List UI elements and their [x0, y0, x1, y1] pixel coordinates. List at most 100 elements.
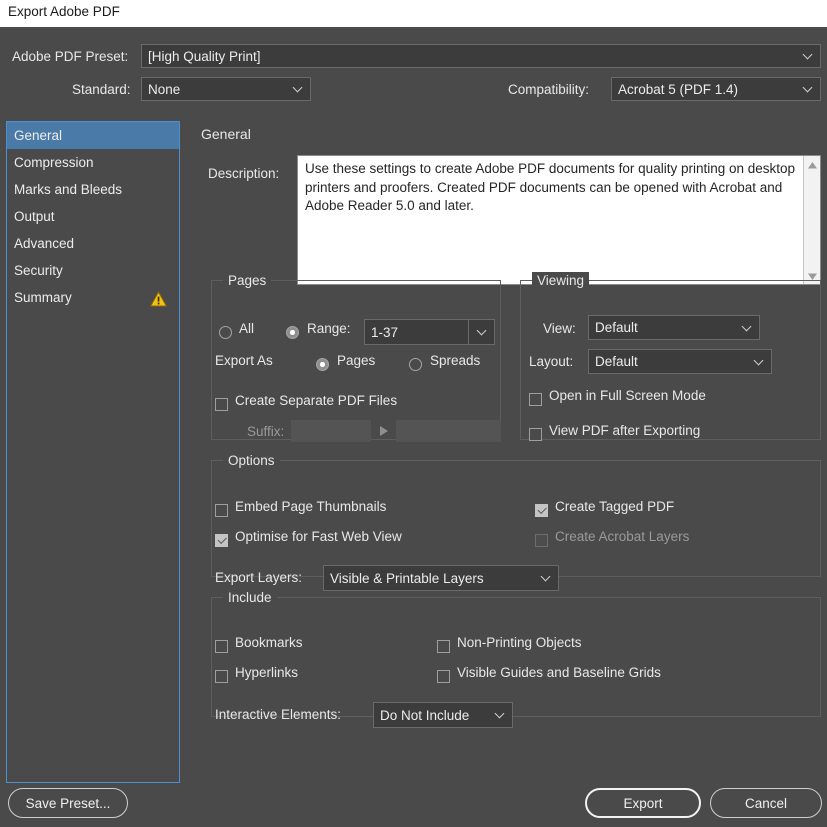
range-input[interactable]: 1-37 [364, 319, 469, 345]
radio-range-label: Range: [307, 321, 351, 336]
checkbox-view-pdf-after-exporting-label: View PDF after Exporting [549, 423, 701, 438]
chevron-down-icon [294, 84, 303, 93]
adobe-pdf-preset-dropdown[interactable]: [High Quality Print] [141, 44, 821, 68]
checkbox-embed-page-thumbnails[interactable] [215, 504, 228, 517]
radio-spreads[interactable] [409, 358, 422, 371]
sidebar-item-compression[interactable]: Compression [7, 149, 179, 176]
radio-range[interactable] [286, 326, 299, 339]
interactive-elements-dropdown[interactable]: Do Not Include [373, 702, 513, 728]
checkbox-create-tagged-pdf-label: Create Tagged PDF [555, 499, 675, 514]
warning-icon [149, 289, 168, 307]
description-label: Description: [208, 166, 280, 181]
compatibility-dropdown[interactable]: Acrobat 5 (PDF 1.4) [611, 77, 821, 101]
compatibility-value: Acrobat 5 (PDF 1.4) [618, 81, 739, 97]
interactive-elements-value: Do Not Include [380, 707, 470, 723]
sidebar-item-security[interactable]: Security [7, 257, 179, 284]
standard-dropdown[interactable]: None [141, 77, 311, 101]
radio-pages-label: Pages [337, 353, 376, 368]
page-title: General [201, 126, 251, 142]
export-layers-label: Export Layers: [215, 570, 303, 585]
export-button[interactable]: Export [585, 788, 701, 818]
checkbox-visible-guides-and-baseline-grids-label: Visible Guides and Baseline Grids [457, 665, 661, 680]
standard-value: None [148, 81, 181, 97]
save-preset-label: Save Preset... [25, 795, 111, 811]
chevron-down-icon [542, 573, 551, 582]
sidebar-item-marks-and-bleeds[interactable]: Marks and Bleeds [7, 176, 179, 203]
checkbox-create-acrobat-layers [535, 534, 548, 547]
checkbox-open-in-full-screen-mode[interactable] [529, 393, 542, 406]
checkbox-create-separate-pdf-files[interactable] [215, 398, 228, 411]
description-text: Use these settings to create Adobe PDF d… [305, 161, 796, 213]
compatibility-label: Compatibility: [508, 82, 590, 97]
pages-panel-title: Pages [223, 272, 272, 289]
pages-panel: Pages All Range: 1-37 Export As Pages Sp… [211, 272, 501, 442]
checkbox-embed-page-thumbnails-label: Embed Page Thumbnails [235, 499, 387, 514]
checkbox-create-acrobat-layers-label: Create Acrobat Layers [555, 529, 690, 544]
range-dropdown-button[interactable] [468, 319, 495, 345]
chevron-down-icon [804, 51, 813, 60]
include-panel-title: Include [223, 589, 277, 606]
description-scrollbar[interactable] [803, 156, 820, 284]
checkbox-create-separate-pdf-files-label: Create Separate PDF Files [235, 393, 398, 408]
export-as-label: Export As [215, 353, 273, 368]
layout-dropdown[interactable]: Default [588, 349, 772, 374]
checkbox-hyperlinks-label: Hyperlinks [235, 665, 299, 680]
sidebar-item-output[interactable]: Output [7, 203, 179, 230]
save-preset-button[interactable]: Save Preset... [8, 788, 128, 818]
chevron-down-icon [496, 710, 505, 719]
layout-value: Default [595, 354, 638, 369]
range-value: 1-37 [371, 324, 399, 340]
export-layers-value: Visible & Printable Layers [330, 570, 484, 586]
settings-nav-list[interactable]: General Compression Marks and Bleeds Out… [6, 121, 180, 783]
suffix-input [291, 420, 371, 442]
adobe-pdf-preset-value: [High Quality Print] [148, 48, 261, 64]
checkbox-bookmarks-label: Bookmarks [235, 635, 303, 650]
cancel-button[interactable]: Cancel [710, 788, 822, 818]
scroll-up-icon[interactable] [807, 159, 818, 170]
sidebar-item-label: Security [14, 263, 63, 278]
panel-border [211, 460, 821, 577]
sidebar-item-advanced[interactable]: Advanced [7, 230, 179, 257]
sidebar-item-label: Output [14, 209, 55, 224]
options-panel-title: Options [223, 452, 280, 469]
checkbox-optimise-for-fast-web-view-label: Optimise for Fast Web View [235, 529, 402, 544]
checkbox-hyperlinks[interactable] [215, 670, 228, 683]
viewing-panel: Viewing View: Default Layout: Default Op… [520, 272, 821, 441]
checkbox-non-printing-objects[interactable] [437, 640, 450, 653]
export-layers-dropdown[interactable]: Visible & Printable Layers [323, 565, 559, 591]
radio-pages[interactable] [316, 358, 329, 371]
view-label: View: [543, 321, 576, 336]
radio-all-label: All [239, 321, 255, 336]
window-titlebar: Export Adobe PDF [0, 0, 827, 27]
dialog-body: Adobe PDF Preset: [High Quality Print] S… [0, 27, 827, 827]
sidebar-item-label: Compression [14, 155, 94, 170]
checkbox-non-printing-objects-label: Non-Printing Objects [457, 635, 582, 650]
interactive-elements-label: Interactive Elements: [215, 707, 342, 722]
description-textarea[interactable]: Use these settings to create Adobe PDF d… [297, 155, 821, 285]
export-label: Export [623, 795, 663, 811]
checkbox-view-pdf-after-exporting[interactable] [529, 428, 542, 441]
checkbox-open-in-full-screen-mode-label: Open in Full Screen Mode [549, 388, 706, 403]
sidebar-item-label: General [14, 128, 63, 143]
checkbox-visible-guides-and-baseline-grids[interactable] [437, 670, 450, 683]
sidebar-item-label: Summary [14, 290, 72, 305]
suffix-preview-field [396, 420, 501, 442]
chevron-down-icon [743, 323, 752, 332]
include-panel: Include Bookmarks Non-Printing Objects H… [211, 589, 821, 728]
view-value: Default [595, 320, 638, 335]
layout-label: Layout: [529, 354, 574, 369]
sidebar-item-summary[interactable]: Summary [7, 284, 179, 311]
checkbox-optimise-for-fast-web-view[interactable] [215, 534, 228, 547]
cancel-label: Cancel [744, 795, 788, 811]
sidebar-item-general[interactable]: General [7, 122, 179, 149]
checkbox-create-tagged-pdf[interactable] [535, 504, 548, 517]
chevron-down-icon [804, 84, 813, 93]
sidebar-item-label: Advanced [14, 236, 75, 251]
view-dropdown[interactable]: Default [588, 315, 760, 340]
radio-spreads-label: Spreads [430, 353, 481, 368]
radio-all[interactable] [219, 326, 232, 339]
chevron-down-icon [755, 357, 764, 366]
checkbox-bookmarks[interactable] [215, 640, 228, 653]
panel-border [211, 597, 821, 717]
export-adobe-pdf-dialog: Export Adobe PDF Adobe PDF Preset: [High… [0, 0, 827, 827]
